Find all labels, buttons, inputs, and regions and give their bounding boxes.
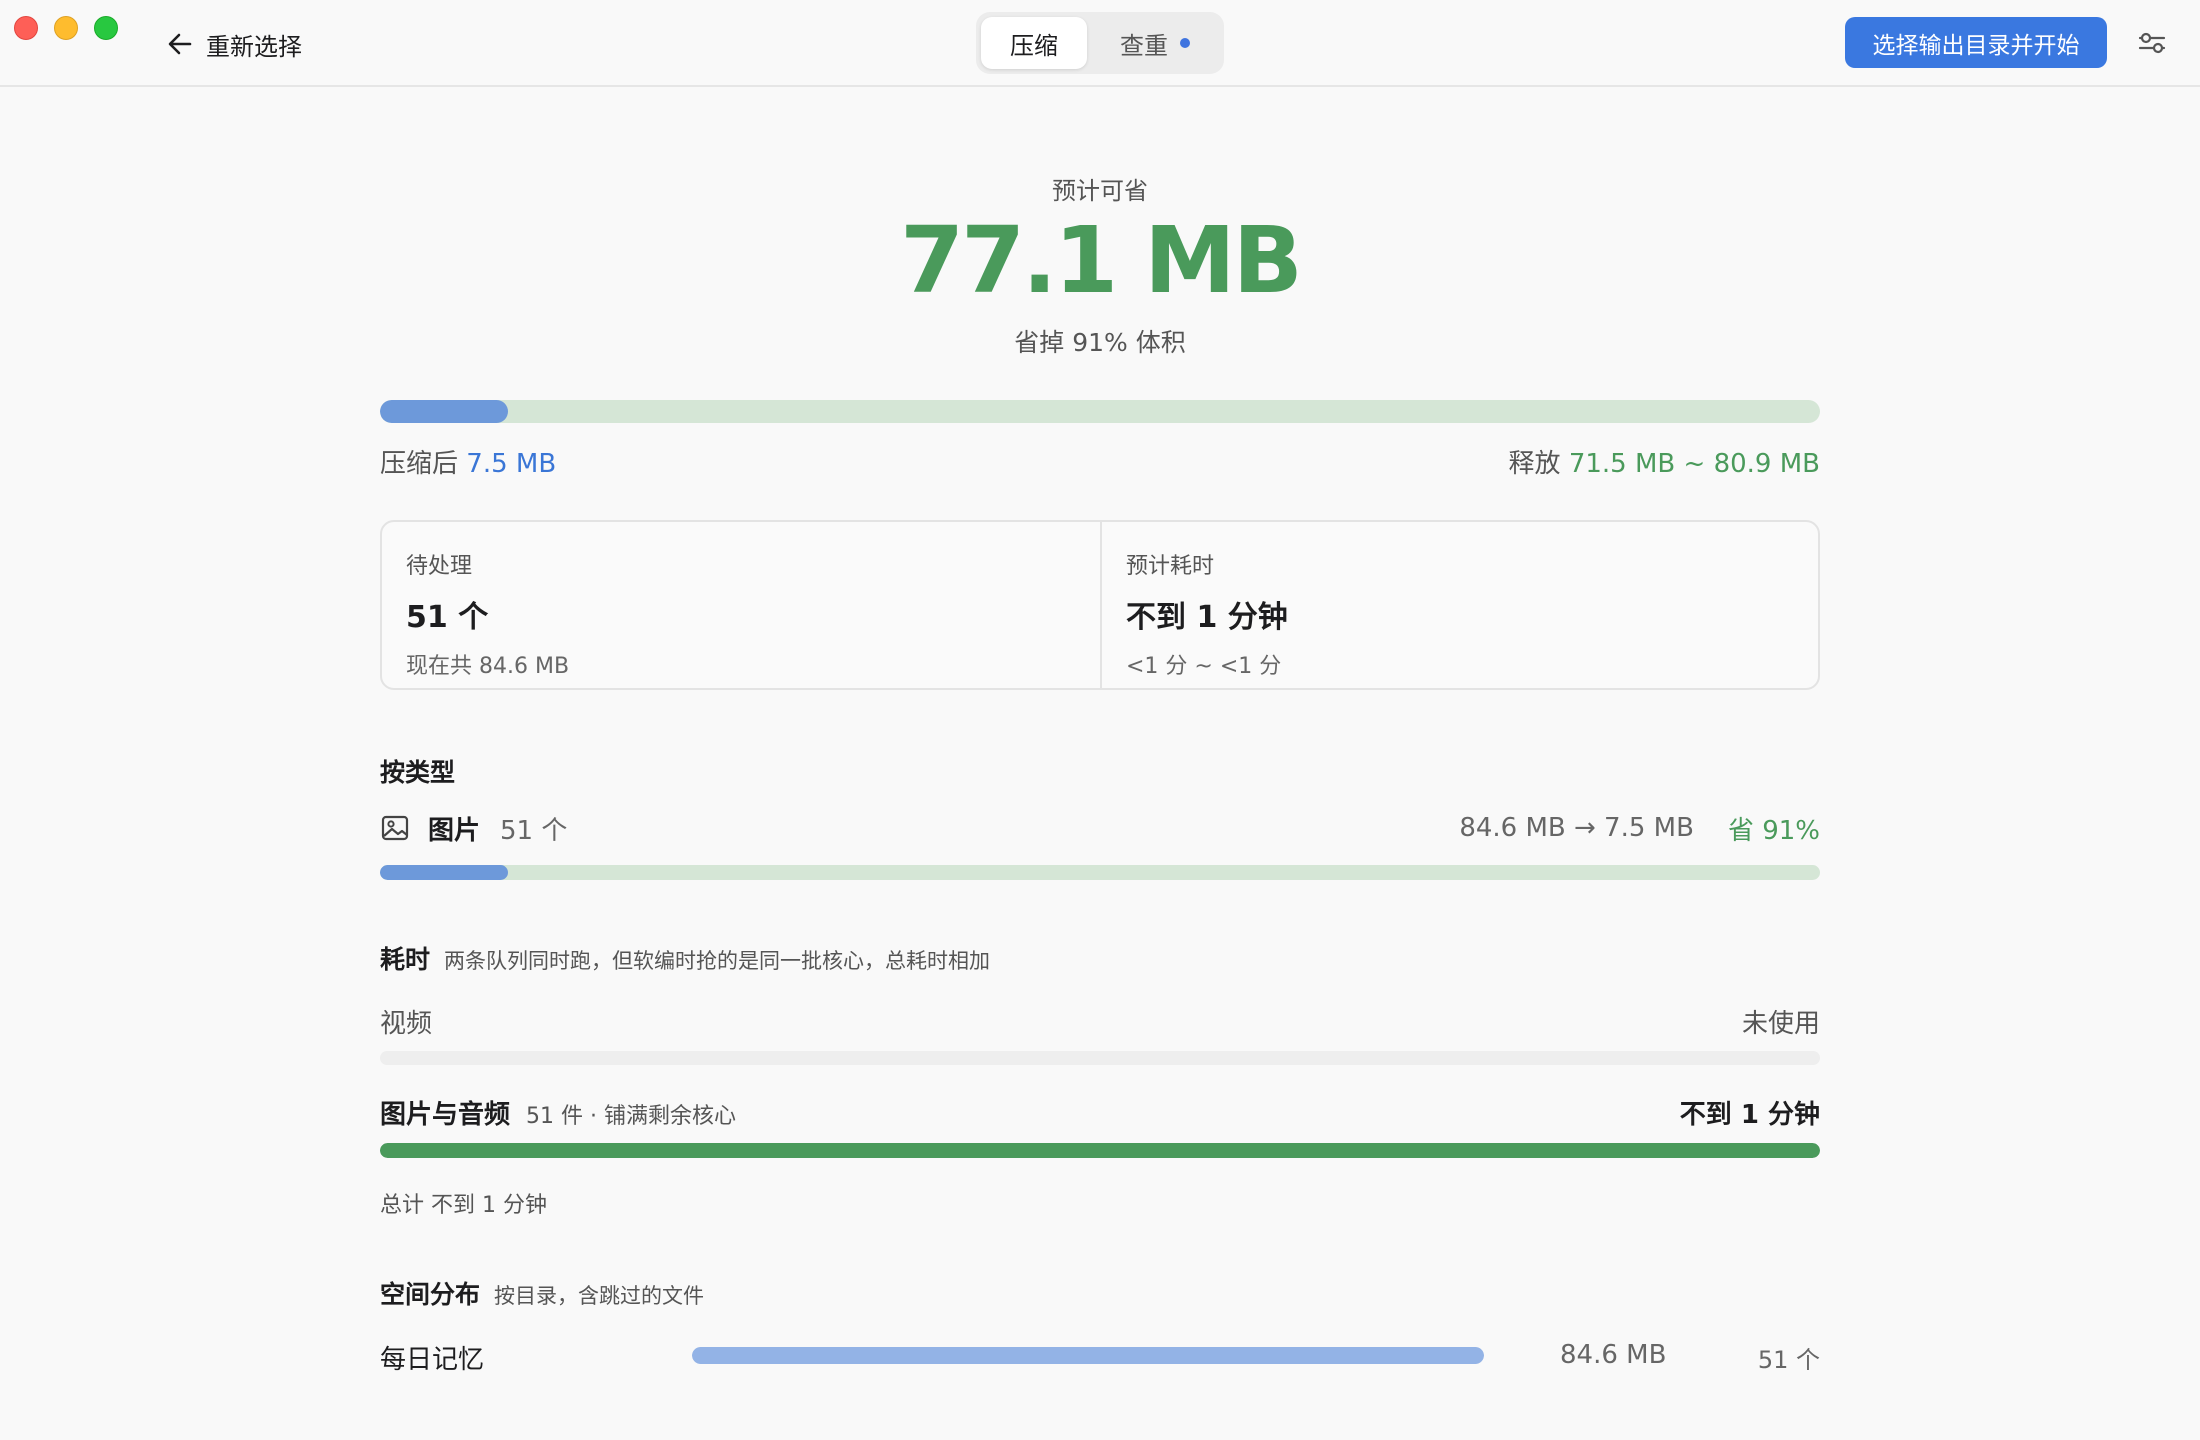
dist-row-fill — [692, 1347, 1484, 1364]
lane-video-status: 未使用 — [1741, 1009, 1820, 1039]
type-row-images: 图片 51 个 84.6 MB → 7.5 MB 省 91% — [380, 810, 1820, 846]
type-count: 51 个 — [500, 815, 568, 846]
released-size-value: 71.5 MB ~ 80.9 MB — [1568, 449, 1820, 479]
tab-dedupe[interactable]: 查重 — [1093, 17, 1217, 69]
settings-button[interactable] — [2136, 27, 2168, 59]
back-label: 重新选择 — [206, 32, 302, 61]
lane-image-audio-fill — [380, 1143, 1820, 1158]
eta-stat: 预计耗时 不到 1 分钟 <1 分 ~ <1 分 — [1100, 522, 1818, 688]
after-size-value: 7.5 MB — [466, 449, 557, 479]
lane-image-audio-meta: 51 件 · 铺满剩余核心 — [526, 1104, 736, 1129]
tab-dedupe-label: 查重 — [1120, 31, 1168, 60]
arrow-left-icon — [168, 33, 192, 55]
lane-image-audio-header: 图片与音频 51 件 · 铺满剩余核心 — [380, 1094, 736, 1131]
sliders-icon — [2138, 32, 2166, 54]
time-note: 两条队列同时跑，但软编时抢的是同一批核心，总耗时相加 — [444, 949, 991, 973]
release-caption: 释放 — [1508, 449, 1561, 479]
savings-caption: 预计可省 — [1052, 177, 1148, 205]
notification-dot-icon — [1180, 38, 1190, 48]
dist-row-count: 51 个 — [1757, 1346, 1820, 1374]
window-close-button[interactable] — [14, 16, 38, 40]
after-caption: 压缩后 — [380, 449, 459, 479]
space-header: 空间分布 按目录，含跳过的文件 — [380, 1275, 704, 1311]
tab-compress[interactable]: 压缩 — [981, 17, 1087, 69]
mode-segmented-control: 压缩 查重 — [976, 12, 1224, 74]
time-header: 耗时 两条队列同时跑，但软编时抢的是同一批核心，总耗时相加 — [380, 940, 990, 976]
window-minimize-button[interactable] — [54, 16, 78, 40]
savings-value: 77.1 MB — [900, 207, 1303, 314]
primary-button-label: 选择输出目录并开始 — [1872, 32, 2080, 59]
compressed-portion — [380, 400, 509, 423]
lane-image-audio-bar — [380, 1143, 1820, 1158]
lane-video-header: 视频 — [380, 1003, 432, 1040]
lane-video-bar — [380, 1051, 1820, 1065]
window-zoom-button[interactable] — [94, 16, 118, 40]
pending-stat: 待处理 51 个 现在共 84.6 MB — [382, 522, 1100, 688]
app-window: 重新选择 压缩 查重 选择输出目录并开始 预计可省 77.1 MB 省掉 91%… — [0, 0, 2200, 1440]
time-title: 耗时 — [380, 945, 431, 974]
eta-label: 预计耗时 — [1126, 554, 1215, 579]
type-progress-bar — [380, 865, 1820, 880]
type-sizes: 84.6 MB → 7.5 MB — [1459, 813, 1694, 843]
type-savings: 省 91% — [1727, 815, 1820, 846]
released-size-label: 释放 71.5 MB ~ 80.9 MB — [1509, 443, 1820, 480]
tab-compress-label: 压缩 — [1010, 31, 1058, 60]
back-reselect-button[interactable]: 重新选择 — [166, 26, 302, 62]
pending-sub: 现在共 84.6 MB — [406, 654, 570, 679]
stats-card: 待处理 51 个 现在共 84.6 MB 预计耗时 不到 1 分钟 <1 分 ~… — [380, 520, 1820, 690]
dist-row-size: 84.6 MB — [1560, 1340, 1667, 1370]
choose-output-and-start-button[interactable]: 选择输出目录并开始 — [1845, 17, 2107, 68]
lane-image-audio-time: 不到 1 分钟 — [1679, 1100, 1820, 1130]
eta-sub: <1 分 ~ <1 分 — [1126, 654, 1282, 679]
image-icon — [381, 815, 409, 841]
pending-label: 待处理 — [406, 554, 473, 579]
savings-subtitle: 省掉 91% 体积 — [1014, 328, 1186, 357]
dist-row-bar — [692, 1347, 1484, 1364]
space-note: 按目录，含跳过的文件 — [494, 1284, 705, 1308]
type-compressed-portion — [380, 865, 509, 880]
space-title: 空间分布 — [380, 1280, 481, 1309]
lane-video-name: 视频 — [380, 1009, 433, 1039]
lane-image-audio-name: 图片与音频 — [380, 1100, 511, 1130]
time-total: 总计 不到 1 分钟 — [380, 1193, 547, 1218]
pending-value: 51 个 — [406, 600, 489, 635]
type-name: 图片 — [428, 815, 481, 846]
compression-progress-bar — [380, 400, 1820, 423]
dist-row-label: 每日记忆 — [380, 1345, 485, 1375]
by-type-title: 按类型 — [380, 758, 456, 787]
title-bar: 重新选择 压缩 查重 选择输出目录并开始 — [0, 0, 2200, 87]
eta-value: 不到 1 分钟 — [1126, 600, 1288, 635]
after-size-label: 压缩后 7.5 MB — [380, 443, 556, 480]
